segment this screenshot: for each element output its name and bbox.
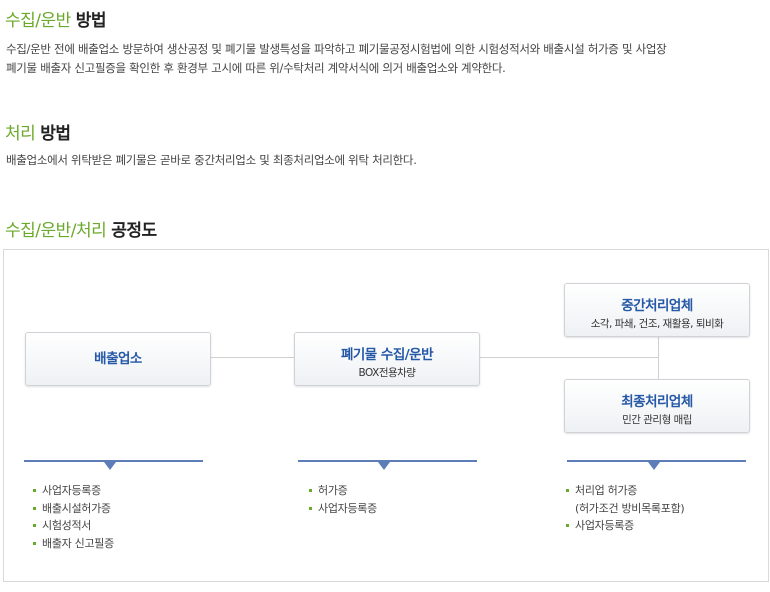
- list-item: 사업자등록증: [565, 517, 684, 535]
- process-diagram: 배출업소 폐기물 수집/운반 BOX전용차량 중간처리업체 소각, 파쇄, 건조…: [3, 249, 769, 582]
- list-item: 사업자등록증: [308, 500, 377, 518]
- list-item: 허가증: [308, 482, 377, 500]
- section-title-text: 방법: [75, 11, 107, 31]
- arrow-down-icon: [378, 462, 390, 470]
- list-item: 배출자 신고필증: [32, 535, 114, 553]
- list-item: 시험성적서: [32, 517, 114, 535]
- section-title-text: 공정도: [111, 221, 157, 241]
- box-title: 배출업소: [94, 351, 142, 367]
- box-emitter: 배출업소: [25, 332, 211, 386]
- box-title: 폐기물 수집/운반: [340, 347, 434, 363]
- section-title-collection-method: 수집/운반 방법: [5, 6, 106, 31]
- emitter-requirements-list: 사업자등록증 배출시설허가증 시험성적서 배출자 신고필증: [32, 482, 114, 552]
- list-item: 배출시설허가증: [32, 500, 114, 518]
- list-item: 처리업 허가증: [565, 482, 684, 500]
- box-final-processor: 최종처리업체 민간 관리형 매립: [564, 379, 750, 433]
- section-title-process-diagram: 수집/운반/처리 공정도: [5, 216, 157, 241]
- arrow-down-icon: [648, 462, 660, 470]
- box-intermediate-processor: 중간처리업체 소각, 파쇄, 건조, 재활용, 퇴비화: [564, 283, 750, 337]
- box-title: 최종처리업체: [621, 394, 693, 410]
- processing-method-description: 배출업소에서 위탁받은 폐기물은 곧바로 중간처리업소 및 최종처리업소에 위탁…: [6, 153, 417, 167]
- section-title-text: 방법: [40, 124, 71, 144]
- box-collection-transport: 폐기물 수집/운반 BOX전용차량: [294, 332, 480, 386]
- box-subtitle: 민간 관리형 매립: [622, 414, 692, 426]
- box-title: 중간처리업체: [621, 298, 693, 314]
- section-title-accent: 처리: [5, 124, 36, 144]
- connector-line: [480, 357, 658, 358]
- connector-line: [210, 357, 296, 358]
- section-title-processing-method: 처리 방법: [5, 119, 71, 144]
- connector-line: [658, 336, 659, 379]
- section-title-accent: 수집/운반/처리: [5, 221, 107, 241]
- box-subtitle: 소각, 파쇄, 건조, 재활용, 퇴비화: [590, 318, 724, 330]
- box-subtitle: BOX전용차량: [358, 367, 416, 379]
- list-item: (허가조건 방비목록포함): [575, 501, 685, 515]
- collector-requirements-list: 허가증 사업자등록증: [308, 482, 377, 517]
- description-line: 수집/운반 전에 배출업소 방문하여 생산공정 및 폐기물 발생특성을 파악하고…: [6, 42, 667, 56]
- description-line: 폐기물 배출자 신고필증을 확인한 후 환경부 고시에 따른 위/수탁처리 계약…: [6, 61, 506, 75]
- collection-method-description: 수집/운반 전에 배출업소 방문하여 생산공정 및 폐기물 발생특성을 파악하고…: [6, 40, 750, 78]
- section-title-accent: 수집/운반: [5, 11, 71, 31]
- arrow-down-icon: [104, 462, 116, 470]
- processor-requirements-list: 처리업 허가증 (허가조건 방비목록포함) 사업자등록증: [565, 482, 685, 535]
- list-item: 사업자등록증: [32, 482, 114, 500]
